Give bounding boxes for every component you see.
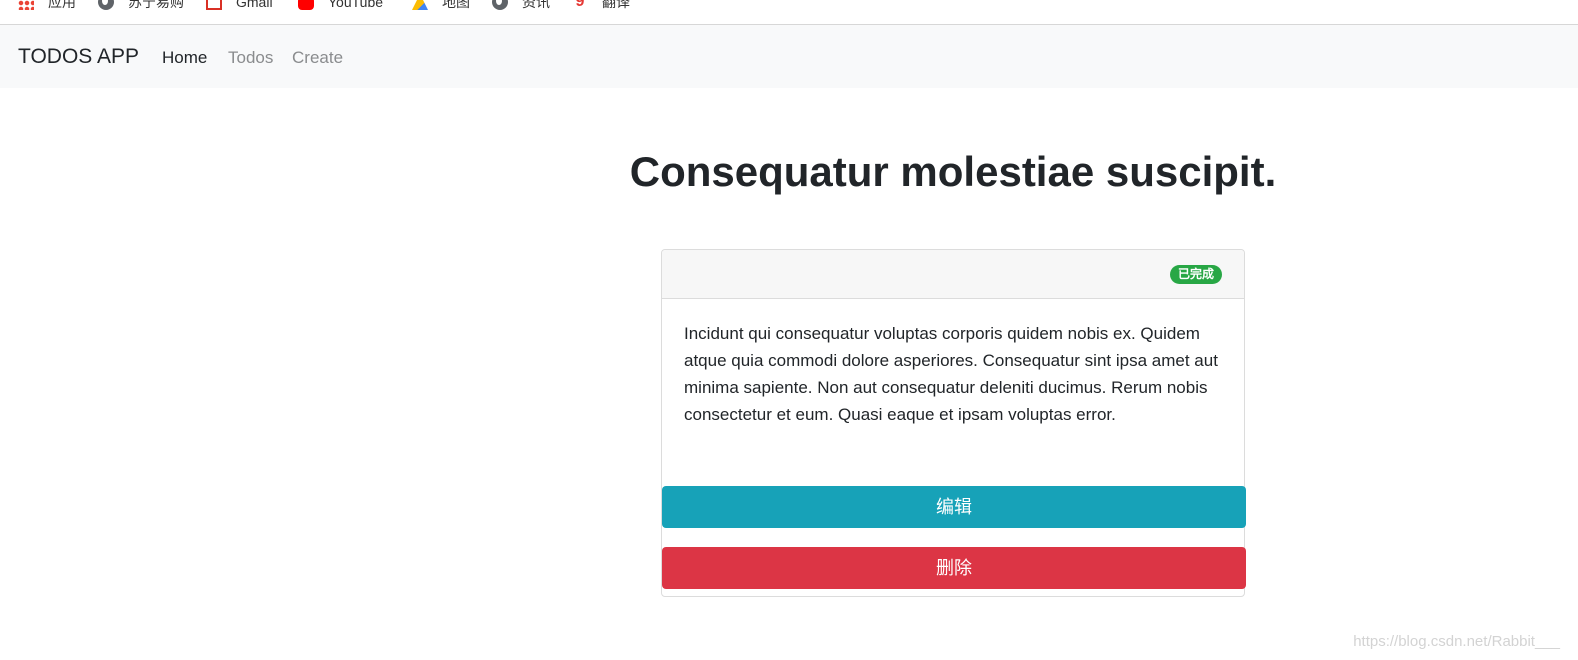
maps-icon xyxy=(412,0,428,10)
bookmark-label: YouTube xyxy=(328,0,384,10)
navbar: TODOS APP Home Todos Create xyxy=(0,25,1578,88)
apps-grid-icon xyxy=(18,0,34,10)
todo-card: 已完成 Incidunt qui consequatur voluptas co… xyxy=(661,249,1246,597)
bookmark-label: 苏宁易购 xyxy=(128,0,184,10)
nav-link-home[interactable]: Home xyxy=(162,46,207,70)
globe-icon xyxy=(492,0,508,10)
bookmarks-bar: 应用 苏宁易购 Gmail YouTube 地图 资讯 9 翻译 xyxy=(0,0,1578,25)
bookmark-label: 应用 xyxy=(48,0,76,10)
bookmark-label: 资讯 xyxy=(522,0,550,10)
watermark: https://blog.csdn.net/Rabbit___ xyxy=(1353,633,1560,650)
delete-button[interactable]: 删除 xyxy=(662,547,1246,589)
bookmark-label: 翻译 xyxy=(602,0,630,10)
bookmark-apps[interactable]: 应用 xyxy=(18,0,76,12)
nav-link-todos[interactable]: Todos xyxy=(228,46,273,70)
bookmark-label: 地图 xyxy=(442,0,470,10)
nav-link-create[interactable]: Create xyxy=(292,46,343,70)
bookmark-label: Gmail xyxy=(236,0,273,10)
bookmark-maps[interactable]: 地图 xyxy=(412,0,470,12)
status-badge: 已完成 xyxy=(1169,265,1222,284)
bookmark-gmail[interactable]: Gmail xyxy=(206,0,273,12)
navbar-brand[interactable]: TODOS APP xyxy=(18,43,139,71)
card-header: 已完成 xyxy=(662,250,1244,299)
todo-description: Incidunt qui consequatur voluptas corpor… xyxy=(684,324,1218,424)
translate-icon: 9 xyxy=(575,0,585,10)
bookmark-youtube[interactable]: YouTube xyxy=(298,0,383,12)
gmail-icon xyxy=(206,0,222,10)
edit-button[interactable]: 编辑 xyxy=(662,486,1246,528)
bookmark-translate[interactable]: 9 翻译 xyxy=(572,0,630,12)
globe-icon xyxy=(98,0,114,10)
page-title: Consequatur molestiae suscipit. xyxy=(629,148,1277,195)
bookmark-suning[interactable]: 苏宁易购 xyxy=(98,0,184,12)
bookmark-news[interactable]: 资讯 xyxy=(492,0,550,12)
youtube-icon xyxy=(298,0,314,10)
